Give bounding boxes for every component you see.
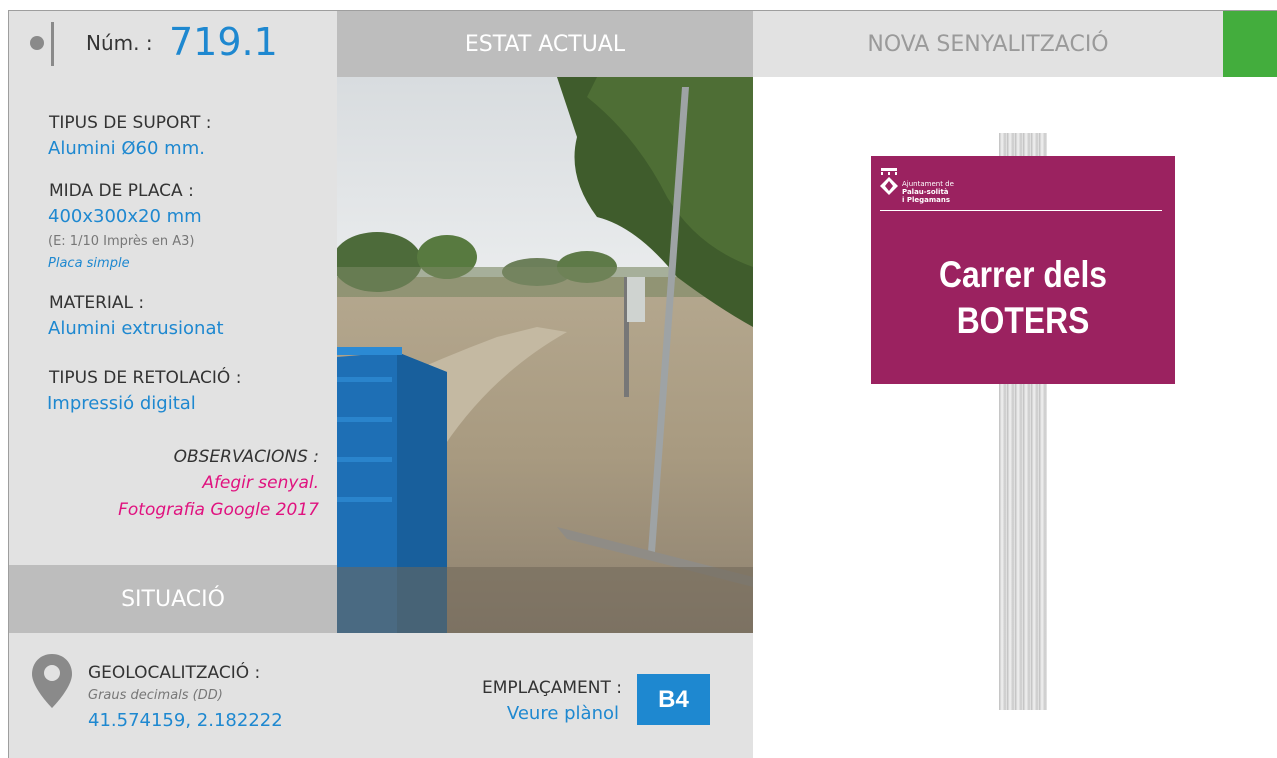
plate-type: Placa simple xyxy=(48,256,130,271)
current-state-header: ESTAT ACTUAL xyxy=(337,11,753,77)
material-value: Alumini extrusionat xyxy=(48,318,224,339)
current-state-photo xyxy=(337,77,753,633)
new-signage-header: NOVA SENYALITZACIÓ xyxy=(753,11,1223,77)
plate-size-label: MIDA DE PLACA : xyxy=(49,181,194,201)
geolocation-coordinates: 41.574159, 2.182222 xyxy=(88,710,283,731)
support-value: Alumini Ø60 mm. xyxy=(48,138,205,159)
view-map-link[interactable]: Veure plànol xyxy=(507,703,619,724)
status-color-block xyxy=(1223,11,1277,77)
map-pin-icon xyxy=(32,654,72,708)
marker-dot-icon xyxy=(30,36,44,50)
observations-label: OBSERVACIONS : xyxy=(173,447,319,467)
number-value: 719.1 xyxy=(169,20,278,64)
geolocation-label: GEOLOCALITZACIÓ : xyxy=(88,663,261,683)
support-label: TIPUS DE SUPORT : xyxy=(49,113,212,133)
sign-org-line-2: Palau-solità xyxy=(902,188,949,196)
town-crest-icon xyxy=(880,168,898,195)
street-name-line-1: Carrer dels xyxy=(938,254,1108,295)
lettering-label: TIPUS DE RETOLACIÓ : xyxy=(49,368,242,388)
location-label: EMPLAÇAMENT : xyxy=(482,678,622,698)
sign-org-line-3: i Plegamans xyxy=(902,196,951,204)
lettering-value: Impressió digital xyxy=(47,393,196,414)
street-name-line-2: BOTERS xyxy=(956,300,1090,341)
marker-line-icon xyxy=(51,22,54,66)
sign-org-name: Ajuntament de Palau-solità i Plegamans xyxy=(902,180,954,204)
plate-scale-note: (E: 1/10 Imprès en A3) xyxy=(48,234,195,249)
observations-line-2: Fotografia Google 2017 xyxy=(118,500,319,520)
situation-header: SITUACIÓ xyxy=(9,565,337,633)
street-name: Carrer dels BOTERS xyxy=(892,252,1153,344)
sign-org-line-1: Ajuntament de xyxy=(902,180,954,188)
observations-line-1: Afegir senyal. xyxy=(202,473,319,493)
grid-reference-badge: B4 xyxy=(637,674,710,725)
sign-divider xyxy=(880,210,1162,211)
material-label: MATERIAL : xyxy=(49,293,145,313)
plate-size-value: 400x300x20 mm xyxy=(48,206,202,227)
number-label: Núm. : xyxy=(86,31,153,55)
geolocation-format: Graus decimals (DD) xyxy=(88,688,223,703)
